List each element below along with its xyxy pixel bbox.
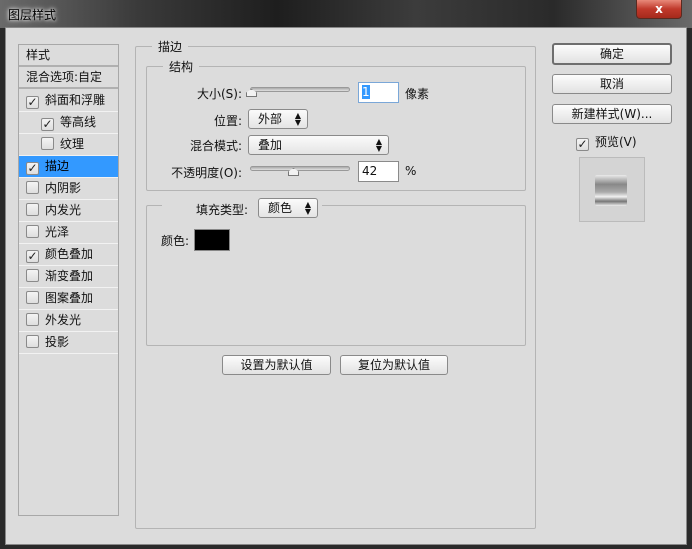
size-slider[interactable] (250, 87, 350, 92)
updown-arrow-icon: ▲ ▼ (375, 137, 382, 153)
cancel-button[interactable]: 取消 (552, 74, 672, 94)
opacity-slider[interactable] (250, 166, 350, 171)
blend-mode-label: 混合模式: (189, 139, 242, 153)
checkbox-icon[interactable]: ✓ (41, 118, 54, 131)
opacity-input[interactable]: 42 (358, 161, 399, 182)
style-item[interactable]: 光泽 (19, 222, 118, 244)
checkbox-icon[interactable] (26, 269, 39, 282)
style-item-label: 外发光 (45, 313, 82, 327)
checkbox-icon[interactable]: ✓ (26, 250, 39, 263)
style-item-label: 图案叠加 (45, 291, 94, 305)
position-value: 外部 (258, 112, 283, 126)
style-item[interactable]: 图案叠加 (19, 288, 118, 310)
checkbox-icon[interactable] (26, 335, 39, 348)
style-item[interactable]: 投影 (19, 332, 118, 354)
title-bar (0, 0, 692, 28)
position-select[interactable]: 外部 ▲ ▼ (248, 109, 308, 129)
style-item-label: 内阴影 (45, 181, 82, 195)
checkbox-icon[interactable] (26, 203, 39, 216)
fill-group (146, 205, 526, 346)
updown-arrow-icon: ▲ ▼ (304, 200, 311, 216)
style-item[interactable]: 内阴影 (19, 178, 118, 200)
fill-type-select[interactable]: 颜色 ▲ ▼ (258, 198, 318, 218)
color-label: 颜色: (161, 234, 190, 248)
preview-thumbnail (579, 157, 645, 222)
checkbox-icon[interactable]: ✓ (26, 162, 39, 175)
style-item[interactable]: 纹理 (19, 134, 118, 156)
set-default-button[interactable]: 设置为默认值 (222, 355, 331, 375)
ok-button[interactable]: 确定 (552, 43, 672, 65)
preview-shape (595, 175, 627, 206)
checkbox-icon[interactable] (26, 225, 39, 238)
checkbox-icon[interactable] (26, 291, 39, 304)
checkbox-icon[interactable] (41, 137, 54, 150)
style-item-label: 光泽 (45, 225, 70, 239)
style-item-label: 纹理 (60, 137, 85, 151)
blend-options-item[interactable]: 混合选项:自定 (19, 67, 118, 89)
size-value: 1 (362, 85, 370, 99)
checkbox-icon[interactable] (26, 181, 39, 194)
style-item[interactable]: 渐变叠加 (19, 266, 118, 288)
style-item[interactable]: 内发光 (19, 200, 118, 222)
opacity-unit: % (405, 164, 417, 178)
preview-checkbox[interactable]: ✓ 预览(V) (576, 133, 637, 151)
reset-default-button[interactable]: 复位为默认值 (340, 355, 448, 375)
stroke-title: 描边 (152, 38, 189, 55)
style-item-label: 内发光 (45, 203, 82, 217)
style-item[interactable]: ✓ 斜面和浮雕 (19, 90, 118, 112)
style-item-label: 斜面和浮雕 (45, 93, 106, 107)
blend-mode-select[interactable]: 叠加 ▲ ▼ (248, 135, 389, 155)
style-item-label: 颜色叠加 (45, 247, 94, 261)
checkbox-icon[interactable] (26, 313, 39, 326)
preview-label: 预览(V) (595, 135, 637, 149)
size-input[interactable]: 1 (358, 82, 399, 103)
blend-mode-value: 叠加 (258, 138, 283, 152)
window-title: 图层样式 (8, 8, 57, 22)
position-label: 位置: (213, 114, 242, 128)
styles-header[interactable]: 样式 (19, 45, 118, 67)
style-item[interactable]: ✓ 颜色叠加 (19, 244, 118, 266)
size-unit: 像素 (405, 87, 430, 101)
color-swatch[interactable] (194, 229, 230, 251)
style-item-label: 等高线 (60, 115, 97, 129)
style-item[interactable]: ✓ 等高线 (19, 112, 118, 134)
updown-arrow-icon: ▲ ▼ (294, 111, 301, 127)
fill-type-label: 填充类型: (196, 203, 249, 217)
checkbox-icon[interactable]: ✓ (26, 96, 39, 109)
checkbox-icon: ✓ (576, 137, 589, 151)
size-label: 大小(S): (196, 87, 242, 101)
opacity-label: 不透明度(O): (171, 166, 242, 180)
style-item[interactable]: ✓ 描边 (19, 156, 118, 178)
style-item-label: 渐变叠加 (45, 269, 94, 283)
style-item-label: 描边 (45, 159, 70, 173)
structure-title: 结构 (163, 58, 200, 75)
styles-list: 样式 混合选项:自定 ✓ 斜面和浮雕 ✓ 等高线纹理 ✓ 描边内阴影内发光光泽 ✓ 颜色叠加渐… (18, 44, 119, 516)
style-item-label: 投影 (45, 335, 70, 349)
style-item[interactable]: 外发光 (19, 310, 118, 332)
new-style-button[interactable]: 新建样式(W)... (552, 104, 672, 124)
fill-type-value: 颜色 (268, 201, 293, 215)
close-button[interactable]: x (636, 0, 682, 19)
